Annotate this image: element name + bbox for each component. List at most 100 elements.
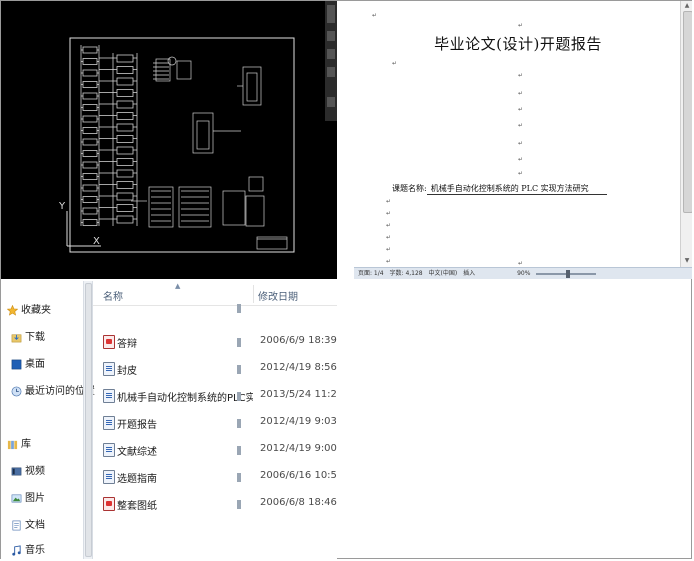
paragraph-mark: ↵ — [518, 156, 524, 163]
paragraph-mark: ↵ — [518, 22, 524, 29]
nav-downloads[interactable]: 下载 — [11, 328, 45, 348]
nav-pictures-label: 图片 — [25, 493, 45, 504]
paragraph-mark: ↵ — [518, 140, 524, 147]
file-row[interactable]: 整套图纸 2006/6/8 18:46 — [93, 490, 337, 517]
row-edge-marker — [237, 365, 241, 374]
doc-icon — [103, 362, 115, 376]
file-explorer-panel[interactable]: 收藏夹 下载 桌面 最近访问的位置 库 视频 图片 文档 音乐 ▲ 名称 修改日… — [1, 281, 337, 559]
document-title: 毕业论文(设计)开题报告 — [434, 35, 602, 53]
nav-desktop-label: 桌面 — [25, 359, 45, 370]
cad-axis-y-label: Y — [58, 201, 66, 212]
zoom-slider[interactable] — [536, 269, 597, 278]
video-icon — [11, 467, 22, 475]
status-zoom-level[interactable]: 90% — [517, 268, 530, 279]
sort-ascending-icon: ▲ — [175, 282, 181, 290]
paragraph-mark: ↵ — [372, 12, 378, 19]
file-name: 答辩 — [117, 339, 137, 350]
doc-icon — [103, 416, 115, 430]
nav-desktop[interactable]: 桌面 — [11, 355, 45, 375]
file-modified-date: 2006/6/16 10:50 — [260, 470, 337, 481]
document-status-bar: 页面: 1/4 字数: 4,128 中文(中国) 插入 90% — [354, 267, 692, 279]
paragraph-mark: ↵ — [386, 258, 392, 265]
file-name: 选题指南 — [117, 474, 157, 485]
column-divider[interactable] — [253, 285, 254, 303]
navigation-pane-scrollbar[interactable] — [83, 281, 93, 559]
status-insert-mode[interactable]: 插入 — [463, 268, 475, 279]
file-name: 文献综述 — [117, 447, 157, 458]
paragraph-mark: ↵ — [518, 122, 524, 129]
file-name: 开题报告 — [117, 420, 157, 431]
row-edge-marker — [237, 500, 241, 509]
file-row[interactable]: 封皮 2012/4/19 8:56 — [93, 355, 337, 382]
paragraph-mark: ↵ — [386, 234, 392, 241]
nav-videos[interactable]: 视频 — [11, 462, 45, 482]
navigation-scroll-thumb[interactable] — [85, 283, 92, 557]
document-scroll-thumb[interactable] — [683, 11, 692, 213]
recent-places-icon — [11, 386, 22, 396]
status-language[interactable]: 中文(中国) — [429, 268, 458, 279]
file-row[interactable]: 机械手自动化控制系统的PLC实现方法研究... 2013/5/24 11:25 — [93, 382, 337, 409]
file-row[interactable]: 开题报告 2012/4/19 9:03 — [93, 409, 337, 436]
nav-pictures[interactable]: 图片 — [11, 489, 45, 509]
column-edge-marker — [237, 304, 241, 313]
navigation-pane: 收藏夹 下载 桌面 最近访问的位置 库 视频 图片 文档 音乐 — [1, 281, 95, 559]
file-modified-date: 2006/6/9 18:39 — [260, 335, 337, 346]
paragraph-mark: ↵ — [392, 60, 398, 67]
paragraph-mark: ↵ — [386, 210, 392, 217]
subject-line: 课题名称: 机械手自动化控制系统的 PLC 实现方法研究 — [392, 183, 607, 195]
paragraph-mark: ↵ — [518, 170, 524, 177]
document-page[interactable]: ↵ ↵ 毕业论文(设计)开题报告 ↵ ↵ ↵ ↵ ↵ ↵ ↵ ↵ 课题名称: 机械… — [356, 3, 680, 267]
scroll-down-icon[interactable]: ▼ — [683, 257, 691, 265]
row-edge-marker — [237, 446, 241, 455]
document-editor-panel[interactable]: ↵ ↵ 毕业论文(设计)开题报告 ↵ ↵ ↵ ↵ ↵ ↵ ↵ ↵ 课题名称: 机械… — [354, 1, 692, 279]
file-row[interactable]: 选题指南 2006/6/16 10:50 — [93, 463, 337, 490]
nav-videos-label: 视频 — [25, 466, 45, 477]
document-vertical-scrollbar[interactable]: ▲ ▼ — [680, 1, 692, 267]
desktop-icon — [11, 359, 22, 369]
file-row[interactable]: 文献综述 2012/4/19 9:00 — [93, 436, 337, 463]
doc-icon — [103, 443, 115, 457]
status-word-count[interactable]: 字数: 4,128 — [390, 268, 423, 279]
row-edge-marker — [237, 473, 241, 482]
download-folder-icon — [11, 333, 22, 342]
cad-drawing-panel[interactable]: Y X — [1, 1, 337, 279]
file-list: ▲ 名称 修改日期 答辩 2006/6/9 18:39 封皮 2012/4/19 8:… — [93, 281, 337, 559]
nav-downloads-label: 下载 — [25, 332, 45, 343]
nav-music[interactable]: 音乐 — [11, 541, 45, 559]
file-modified-date: 2013/5/24 11:25 — [260, 389, 337, 400]
status-page-count[interactable]: 页面: 1/4 — [358, 268, 384, 279]
nav-documents-label: 文档 — [25, 520, 45, 531]
file-name: 整套图纸 — [117, 501, 157, 512]
documents-icon — [12, 520, 21, 530]
scroll-up-icon[interactable]: ▲ — [683, 2, 691, 10]
paragraph-mark: ↵ — [386, 246, 392, 253]
file-name: 封皮 — [117, 366, 137, 377]
row-edge-marker — [237, 419, 241, 428]
subject-value: 机械手自动化控制系统的 PLC 实现方法研究 — [426, 184, 607, 195]
column-header-modified[interactable]: 修改日期 — [258, 288, 298, 303]
file-modified-date: 2012/4/19 8:56 — [260, 362, 337, 373]
zoom-slider-thumb[interactable] — [566, 269, 571, 278]
pictures-icon — [11, 494, 22, 502]
paragraph-mark: ↵ — [518, 72, 524, 79]
cad-axis-x-label: X — [93, 236, 100, 247]
cad-schematic: Y X — [58, 1, 337, 253]
file-modified-date: 2012/4/19 9:03 — [260, 416, 337, 427]
file-list-header: ▲ 名称 修改日期 — [93, 281, 337, 306]
nav-documents[interactable]: 文档 — [11, 516, 45, 536]
nav-favorites[interactable]: 收藏夹 — [7, 301, 51, 321]
file-name: 机械手自动化控制系统的PLC实现方法研究... — [117, 393, 253, 404]
star-icon — [7, 304, 18, 316]
column-header-name[interactable]: 名称 — [103, 288, 123, 303]
row-edge-marker — [237, 392, 241, 401]
nav-music-label: 音乐 — [25, 545, 45, 556]
paragraph-mark: ↵ — [386, 198, 392, 205]
nav-libraries[interactable]: 库 — [7, 435, 31, 455]
doc-icon — [103, 389, 115, 403]
nav-favorites-label: 收藏夹 — [21, 305, 51, 316]
paragraph-mark: ↵ — [518, 106, 524, 113]
doc-icon — [103, 470, 115, 484]
file-row[interactable]: 答辩 2006/6/9 18:39 — [93, 328, 337, 355]
nav-libraries-label: 库 — [21, 439, 31, 450]
library-icon — [7, 440, 18, 449]
